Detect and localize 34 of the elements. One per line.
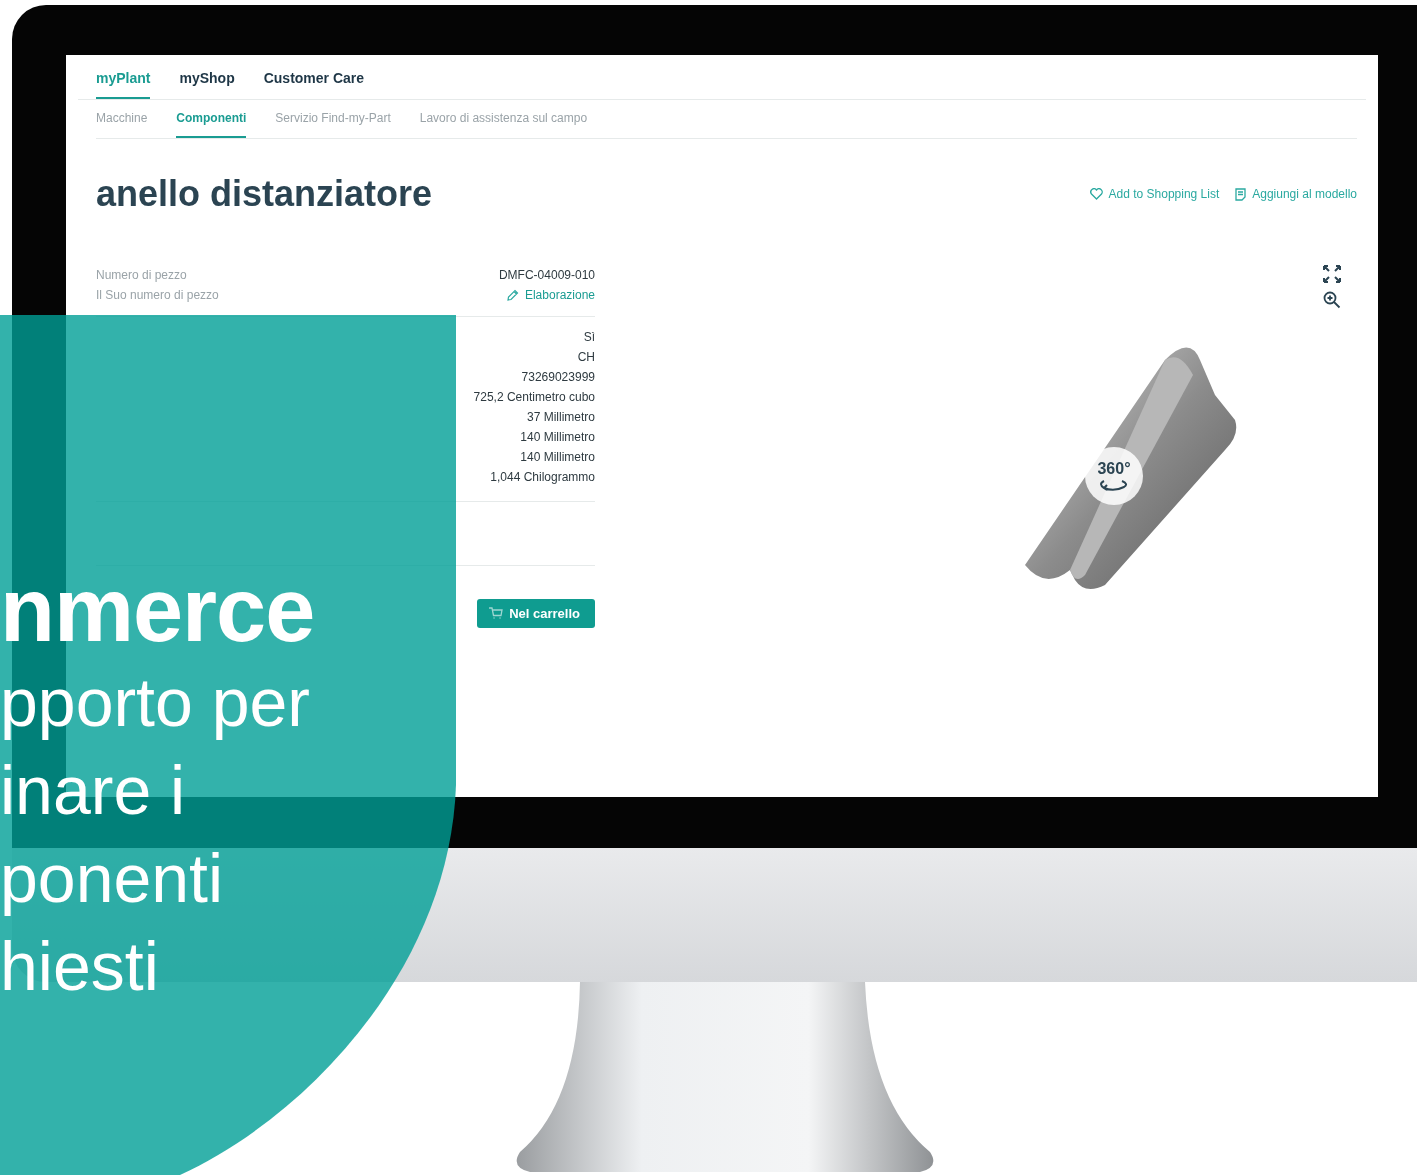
shopping-list-link[interactable]: Add to Shopping List xyxy=(1089,187,1220,201)
document-icon xyxy=(1235,187,1247,201)
add-to-template-link[interactable]: Aggiungi al modello xyxy=(1235,187,1357,201)
field-label: Il Suo numero di pezzo xyxy=(96,288,219,302)
add-to-cart-button[interactable]: Nel carrello xyxy=(477,599,595,628)
subnav-tab[interactable]: Componenti xyxy=(176,111,247,138)
field-label: Numero di pezzo xyxy=(96,268,187,282)
subnav-tab[interactable]: Macchine xyxy=(96,111,148,138)
nav-tab[interactable]: myShop xyxy=(179,70,235,99)
field-value: Sì xyxy=(583,330,595,344)
nav-tab[interactable]: myPlant xyxy=(96,70,151,99)
nav-tab[interactable]: Customer Care xyxy=(263,70,365,99)
field-value: 725,2 Centimetro cubo xyxy=(473,390,595,404)
overlay-text-line: hiesti xyxy=(0,927,159,1006)
field-value: 140 Millimetro xyxy=(520,430,595,444)
heart-icon xyxy=(1089,188,1103,200)
overlay-text-line: inare i xyxy=(0,751,186,830)
edit-link[interactable]: Elaborazione xyxy=(506,288,595,302)
overlay-text-line: pporto per xyxy=(0,663,310,742)
field-value: 73269023999 xyxy=(521,370,595,384)
part-number: DMFC-04009-010 xyxy=(498,268,595,282)
field-value: 1,044 Chilogrammo xyxy=(490,470,595,484)
field-value: CH xyxy=(577,350,595,364)
fullscreen-icon[interactable] xyxy=(1323,265,1341,283)
page-title: anello distanziatore xyxy=(96,173,433,215)
zoom-in-icon[interactable] xyxy=(1323,291,1341,309)
overlay-text-line: ponenti xyxy=(0,839,224,918)
cart-icon xyxy=(489,607,504,620)
subnav-tab[interactable]: Servizio Find-my-Part xyxy=(275,111,391,138)
field-value: 140 Millimetro xyxy=(520,450,595,464)
overlay-headline: nmerce xyxy=(0,562,315,658)
pencil-icon xyxy=(506,289,519,301)
field-value: 37 Millimetro xyxy=(527,410,595,424)
subnav-tab[interactable]: Lavoro di assistenza sul campo xyxy=(419,111,588,138)
